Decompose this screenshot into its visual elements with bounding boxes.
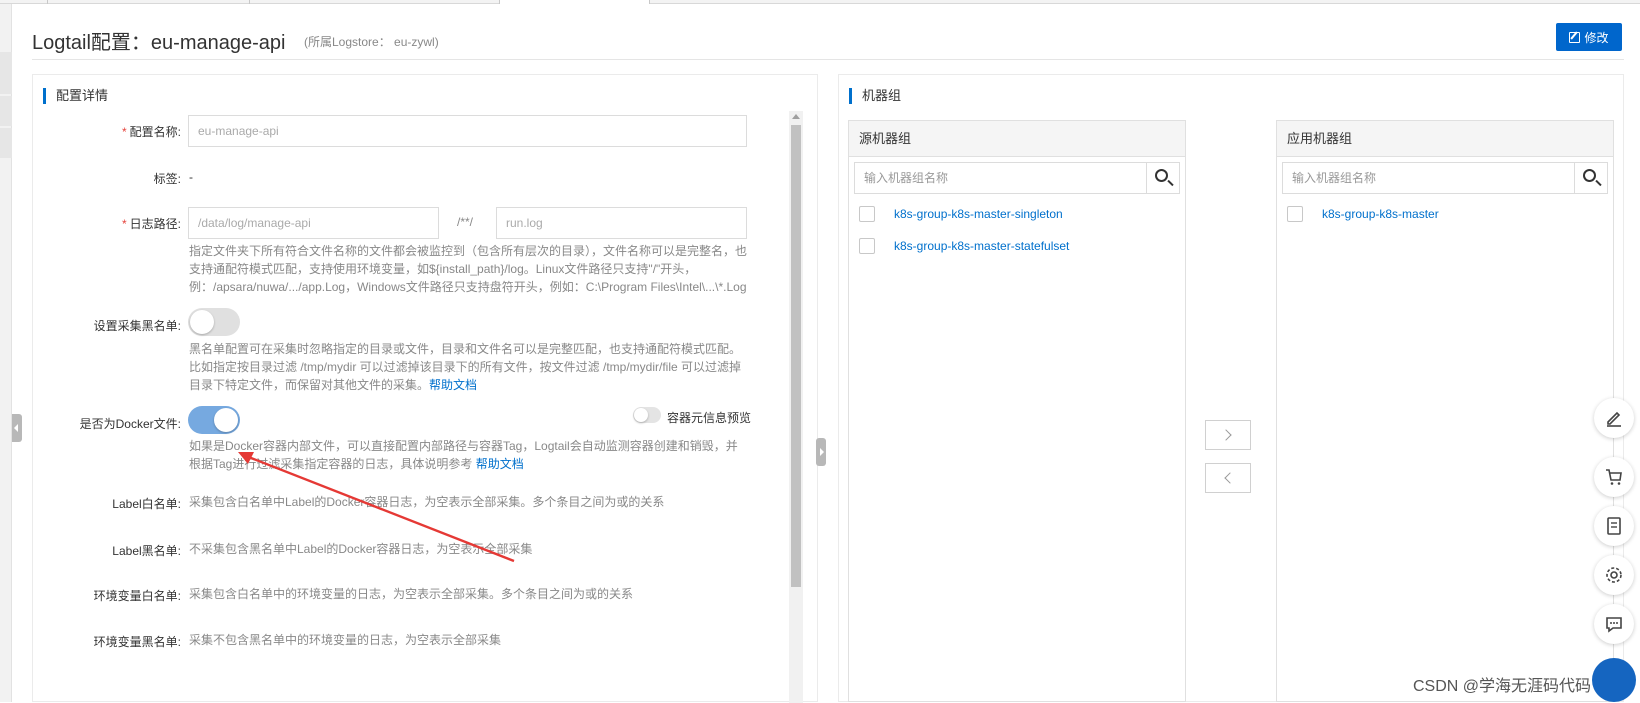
- annotation-arrow-line: [245, 454, 515, 563]
- annotation-arrow: [238, 452, 515, 563]
- watermark: CSDN @学海无涯码代码: [1413, 678, 1592, 695]
